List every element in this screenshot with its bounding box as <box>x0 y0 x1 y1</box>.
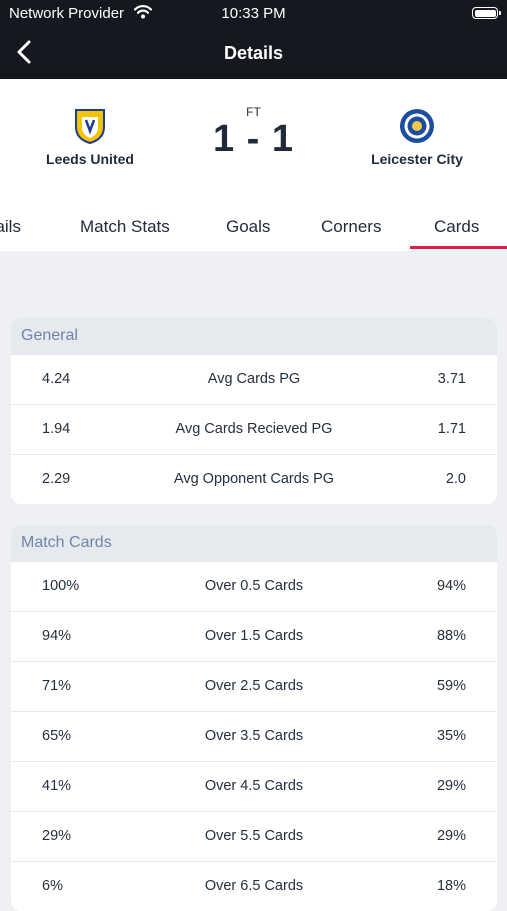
tab-match-stats[interactable]: Match Stats <box>80 217 170 237</box>
stat-label: Avg Cards Recieved PG <box>175 421 333 437</box>
stat-label: Over 1.5 Cards <box>204 628 304 644</box>
stat-label: Avg Cards PG <box>207 371 301 387</box>
page-title: Details <box>223 43 284 63</box>
stat-label: Over 2.5 Cards <box>204 678 304 694</box>
stat-label: Over 0.5 Cards <box>204 578 304 594</box>
general-card: General 4.24 Avg Cards PG 3.71 1.94 Avg … <box>11 318 497 504</box>
tab-corners[interactable]: Corners <box>321 217 381 237</box>
away-value: 29% <box>436 778 466 794</box>
away-value: 3.71 <box>437 371 466 387</box>
away-value: 2.0 <box>445 471 466 487</box>
section-header-general: General <box>11 318 497 354</box>
away-team-name: Leicester City <box>371 151 463 167</box>
stat-label: Over 6.5 Cards <box>204 878 304 894</box>
battery-icon <box>472 7 501 19</box>
away-value: 94% <box>436 578 466 594</box>
away-value: 29% <box>436 828 466 844</box>
match-cards-card: Match Cards 100% Over 0.5 Cards 94% 94% … <box>11 525 497 911</box>
stat-label: Over 5.5 Cards <box>204 828 304 844</box>
section-header-match-cards: Match Cards <box>11 525 497 561</box>
match-header: Leeds United FT 1 - 1 Leicester City <box>0 79 507 191</box>
active-tab-indicator <box>410 246 507 249</box>
stat-label: Avg Opponent Cards PG <box>173 471 335 487</box>
stat-row: 94% Over 1.5 Cards 88% <box>11 611 497 661</box>
stat-row: 65% Over 3.5 Cards 35% <box>11 711 497 761</box>
tab-goals[interactable]: Goals <box>226 217 270 237</box>
leicester-crest-icon <box>400 109 434 143</box>
stat-row: 41% Over 4.5 Cards 29% <box>11 761 497 811</box>
tab-bar: Details Match Stats Goals Corners Cards <box>0 191 507 251</box>
away-team[interactable]: Leicester City <box>347 107 487 167</box>
stat-row: 2.29 Avg Opponent Cards PG 2.0 <box>11 454 497 504</box>
stat-row: 6% Over 6.5 Cards 18% <box>11 861 497 911</box>
tab-details[interactable]: Details <box>0 217 21 237</box>
away-value: 59% <box>436 678 466 694</box>
stat-label: Over 4.5 Cards <box>204 778 304 794</box>
status-time: 10:33 PM <box>221 5 286 22</box>
tab-cards[interactable]: Cards <box>434 217 479 237</box>
away-value: 35% <box>436 728 466 744</box>
stat-row: 71% Over 2.5 Cards 59% <box>11 661 497 711</box>
away-value: 88% <box>436 628 466 644</box>
stat-row: 100% Over 0.5 Cards 94% <box>11 561 497 611</box>
stat-row: 1.94 Avg Cards Recieved PG 1.71 <box>11 404 497 454</box>
status-bar: Network Provider 10:33 PM <box>0 0 507 28</box>
away-value: 18% <box>436 878 466 894</box>
stat-label: Over 3.5 Cards <box>204 728 304 744</box>
stat-row: 29% Over 5.5 Cards 29% <box>11 811 497 861</box>
away-value: 1.71 <box>437 421 466 437</box>
stat-row: 4.24 Avg Cards PG 3.71 <box>11 354 497 404</box>
top-bar: Network Provider 10:33 PM Details <box>0 0 507 79</box>
